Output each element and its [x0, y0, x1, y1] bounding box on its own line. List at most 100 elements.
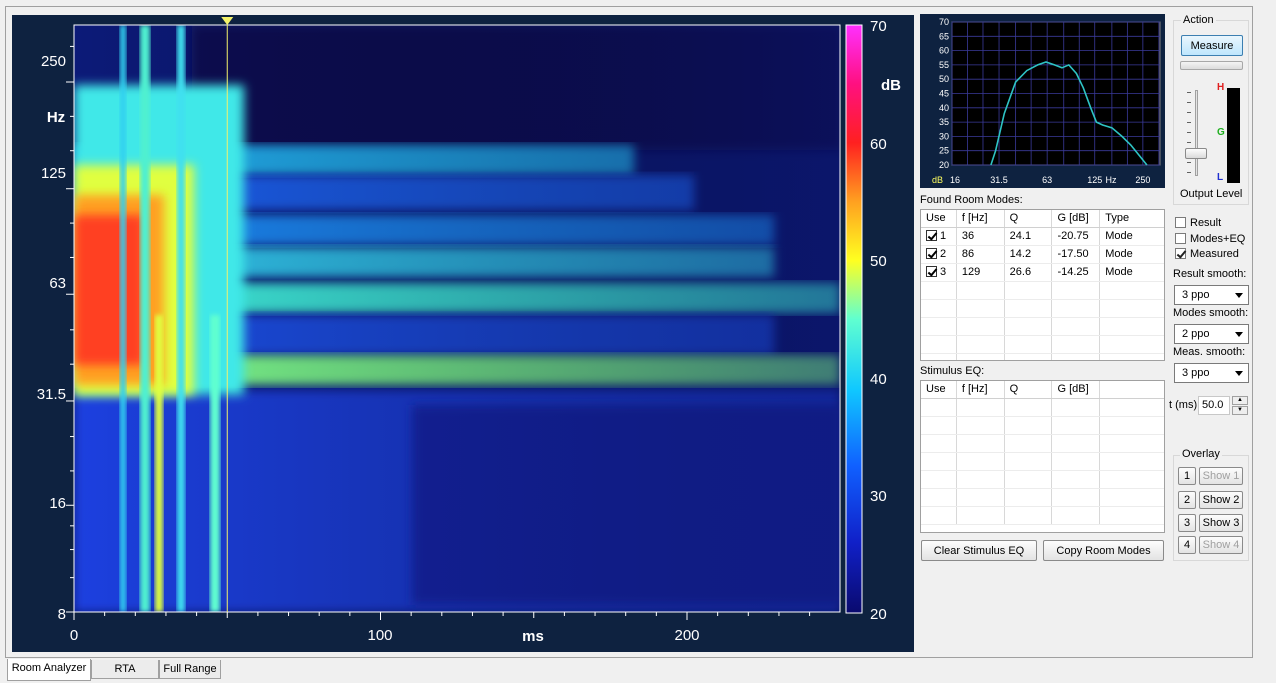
measured-checkbox[interactable]: Measured [1175, 248, 1239, 260]
show-3-button[interactable]: Show 3 [1199, 514, 1243, 532]
empty-cell [957, 300, 1005, 317]
result-smooth-label: Result smooth: [1173, 268, 1247, 280]
mini-y-tick-label: 30 [939, 131, 949, 141]
tab-room-analyzer[interactable]: Room Analyzer [7, 659, 91, 681]
mode-q[interactable]: 14.2 [1005, 246, 1053, 263]
mode-q[interactable]: 26.6 [1005, 264, 1053, 281]
modes-smooth-label: Modes smooth: [1173, 307, 1249, 319]
copy-room-modes-button[interactable]: Copy Room Modes [1043, 540, 1164, 561]
room-modes-header: Use f [Hz] Q G [dB] Type [921, 210, 1164, 228]
chevron-down-icon [1235, 332, 1243, 337]
mode-type[interactable]: Mode [1100, 264, 1164, 281]
measured-checkbox-box[interactable] [1175, 248, 1186, 259]
empty-cell [1052, 318, 1101, 335]
use-checkbox[interactable] [926, 266, 937, 277]
result-checkbox[interactable]: Result [1175, 217, 1221, 229]
mode-frequency[interactable]: 86 [957, 246, 1005, 263]
col-header[interactable]: Q [1005, 381, 1053, 398]
tab-full-range[interactable]: Full Range [159, 660, 221, 679]
time-cursor-marker[interactable] [221, 17, 234, 25]
x-tick-label: 200 [674, 627, 699, 644]
mode-gain[interactable]: -17.50 [1052, 246, 1101, 263]
empty-cell [921, 399, 957, 416]
mode-frequency[interactable]: 36 [957, 228, 1005, 245]
mini-y-unit: dB [932, 175, 943, 185]
empty-cell [921, 336, 957, 353]
output-level-slider[interactable] [1185, 90, 1209, 180]
empty-cell [957, 282, 1005, 299]
mode-frequency[interactable]: 129 [957, 264, 1005, 281]
clear-stimulus-eq-button[interactable]: Clear Stimulus EQ [921, 540, 1037, 561]
mode-gain[interactable]: -14.25 [1052, 264, 1101, 281]
modes-smooth-select[interactable]: 2 ppo [1174, 324, 1249, 344]
spinner-up-button[interactable]: ▲ [1232, 396, 1248, 405]
overlay-2-button[interactable]: 2 [1178, 491, 1196, 509]
meter-low-label: L [1217, 172, 1224, 183]
empty-cell [1052, 300, 1101, 317]
empty-cell [921, 489, 957, 506]
mode-gain[interactable]: -20.75 [1052, 228, 1101, 245]
stimulus-eq-title: Stimulus EQ: [920, 365, 985, 377]
empty-table-row [921, 336, 1164, 354]
overlay-1-button[interactable]: 1 [1178, 467, 1196, 485]
empty-cell [957, 399, 1005, 416]
stimulus-eq-table[interactable]: Use f [Hz] Q G [dB] [920, 380, 1165, 533]
overlay-4-button[interactable]: 4 [1178, 536, 1196, 554]
col-header[interactable]: G [dB] [1052, 381, 1101, 398]
empty-cell [1005, 417, 1053, 434]
empty-cell [1052, 282, 1101, 299]
show-4-button[interactable]: Show 4 [1199, 536, 1243, 554]
show-1-button[interactable]: Show 1 [1199, 467, 1243, 485]
empty-cell [957, 489, 1005, 506]
mini-y-tick-label: 45 [939, 89, 949, 99]
time-spinner-field[interactable]: 50.0 [1198, 396, 1230, 415]
empty-cell [1052, 453, 1101, 470]
mode-type[interactable]: Mode [1100, 246, 1164, 263]
meas-smooth-label: Meas. smooth: [1173, 346, 1246, 358]
colorbar-tick-label: 40 [870, 371, 887, 388]
col-header-empty [1100, 381, 1164, 398]
room-modes-table[interactable]: Use f [Hz] Q G [dB] Type 1 36 24.1 -20.7… [920, 209, 1165, 361]
meas-smooth-select[interactable]: 3 ppo [1174, 363, 1249, 383]
mini-y-tick-label: 55 [939, 60, 949, 70]
spectrogram-chart[interactable]: Hz 250 125 63 31.5 16 8 0 100 200 ms dB … [12, 15, 914, 652]
spinner-down-button[interactable]: ▼ [1232, 406, 1248, 415]
col-header[interactable]: G [dB] [1052, 210, 1101, 227]
overlay-3-button[interactable]: 3 [1178, 514, 1196, 532]
col-header[interactable]: Q [1005, 210, 1053, 227]
col-header[interactable]: Use [921, 210, 957, 227]
col-header[interactable]: Type [1100, 210, 1164, 227]
measure-progress-bar [1180, 61, 1243, 70]
result-smooth-select[interactable]: 3 ppo [1174, 285, 1249, 305]
slider-tick [1187, 102, 1191, 103]
result-checkbox-box[interactable] [1175, 217, 1186, 228]
use-checkbox[interactable] [926, 230, 937, 241]
modes-eq-checkbox[interactable]: Modes+EQ [1175, 233, 1245, 245]
result-checkbox-label: Result [1190, 217, 1222, 229]
meter-high-label: H [1217, 82, 1225, 93]
col-header[interactable]: f [Hz] [957, 210, 1005, 227]
output-level-slider-thumb[interactable] [1185, 148, 1207, 159]
measure-button[interactable]: Measure [1181, 35, 1243, 56]
chevron-down-icon [1235, 293, 1243, 298]
mode-type[interactable]: Mode [1100, 228, 1164, 245]
spectrogram-panel[interactable]: Hz 250 125 63 31.5 16 8 0 100 200 ms dB … [12, 15, 914, 652]
table-row[interactable]: 1 36 24.1 -20.75 Mode [921, 228, 1164, 246]
colorbar-tick-label: 60 [870, 136, 887, 153]
show-2-button[interactable]: Show 2 [1199, 491, 1243, 509]
col-header[interactable]: Use [921, 381, 957, 398]
slider-tick [1187, 122, 1191, 123]
tab-rta[interactable]: RTA [91, 660, 159, 679]
frequency-response-panel: 70 65 60 55 50 45 40 35 30 25 20 16 31.5 63 125 250 dB… [920, 14, 1165, 188]
modes-eq-checkbox-box[interactable] [1175, 233, 1186, 244]
use-checkbox[interactable] [926, 248, 937, 259]
table-row[interactable]: 3 129 26.6 -14.25 Mode [921, 264, 1164, 282]
empty-cell [957, 507, 1005, 524]
empty-cell [1005, 354, 1053, 360]
empty-cell [1100, 435, 1164, 452]
color-scale-bar [845, 24, 863, 614]
mode-q[interactable]: 24.1 [1005, 228, 1053, 245]
table-row[interactable]: 2 86 14.2 -17.50 Mode [921, 246, 1164, 264]
empty-table-row [921, 471, 1164, 489]
col-header[interactable]: f [Hz] [957, 381, 1005, 398]
